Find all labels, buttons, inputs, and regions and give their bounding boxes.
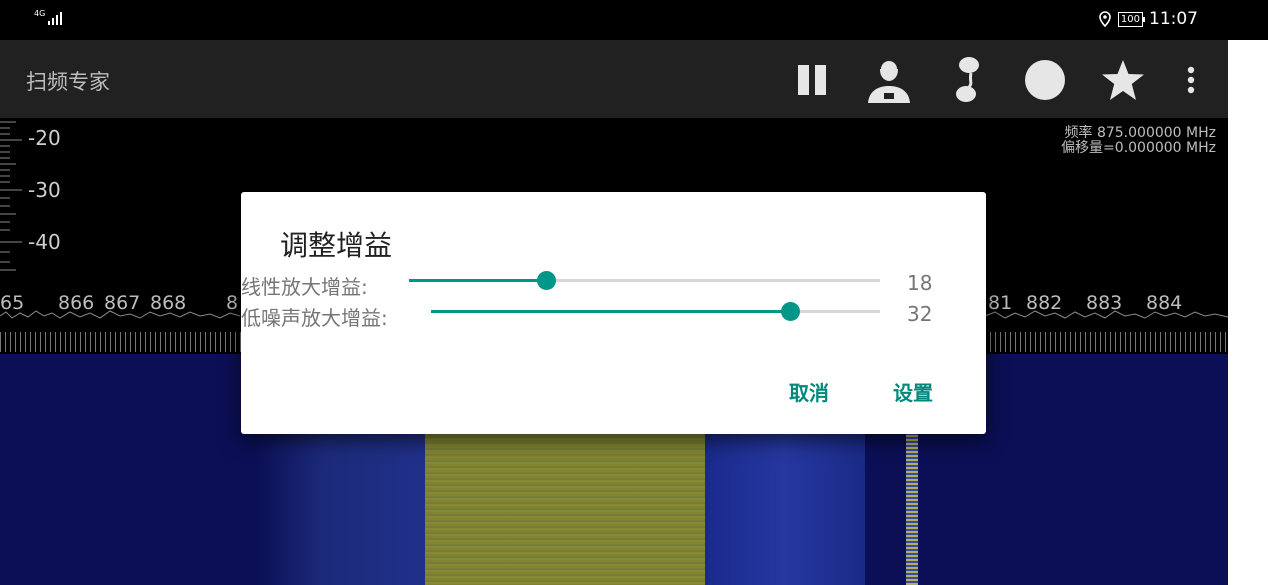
person-icon <box>868 59 910 103</box>
confirm-button[interactable]: 设置 <box>893 377 933 406</box>
axis-label: 868 <box>150 292 187 314</box>
axis-label: 8 <box>226 292 239 314</box>
user-button[interactable] <box>862 58 916 103</box>
signal-icon: 4G <box>34 10 62 25</box>
more-vert-icon <box>1187 66 1195 94</box>
app-title: 扫频专家 <box>26 70 110 94</box>
clock: 11:07 <box>1149 9 1198 29</box>
cancel-button[interactable]: 取消 <box>789 377 829 406</box>
axis-label: 866 <box>58 292 95 314</box>
axis-label: 81 <box>988 292 1013 314</box>
db-label: -40 <box>28 230 61 254</box>
listen-button[interactable] <box>948 57 988 102</box>
ear-icon <box>956 57 979 102</box>
lna-gain-slider[interactable] <box>431 301 880 321</box>
db-label: -30 <box>28 178 61 202</box>
axis-label: 884 <box>1146 292 1183 314</box>
location-icon <box>1099 11 1111 27</box>
pause-icon <box>798 65 826 95</box>
record-button[interactable] <box>1022 58 1068 102</box>
pause-button[interactable] <box>790 58 834 102</box>
dialog-title: 调整增益 <box>280 229 393 262</box>
screen-edge <box>1228 40 1268 585</box>
linear-gain-label: 线性放大增益: <box>241 275 368 299</box>
record-circle-icon <box>1025 60 1065 100</box>
axis-label: 65 <box>0 292 25 314</box>
app-toolbar: 扫频专家 <box>0 40 1228 118</box>
frequency-info: 频率 875.000000 MHz 偏移量=0.000000 MHz <box>1061 126 1216 156</box>
frequency-readout: 频率 875.000000 MHz <box>1064 125 1216 141</box>
linear-gain-slider[interactable] <box>409 270 880 290</box>
overflow-menu-button[interactable] <box>1180 58 1202 102</box>
favorite-button[interactable] <box>1100 58 1146 102</box>
slider-thumb[interactable] <box>536 271 556 290</box>
star-icon <box>1102 60 1144 100</box>
slider-thumb[interactable] <box>781 302 801 321</box>
lna-gain-label: 低噪声放大增益: <box>241 306 388 330</box>
db-label: -20 <box>28 126 61 150</box>
network-type: 4G <box>34 9 46 18</box>
axis-label: 867 <box>104 292 141 314</box>
status-right: 100 11:07 <box>1098 9 1198 29</box>
battery-icon: 100 <box>1117 11 1146 27</box>
axis-label: 882 <box>1026 292 1063 314</box>
axis-label: 883 <box>1086 292 1123 314</box>
db-scale-ticks <box>0 121 22 271</box>
lna-gain-value: 32 <box>907 302 933 326</box>
gain-dialog: 调整增益 线性放大增益: 18 低噪声放大增益: 32 取消 设置 <box>241 192 986 434</box>
status-bar: 4G 100 11:07 <box>0 0 1268 40</box>
linear-gain-value: 18 <box>907 271 933 295</box>
offset-readout: 偏移量=0.000000 MHz <box>1061 140 1216 156</box>
